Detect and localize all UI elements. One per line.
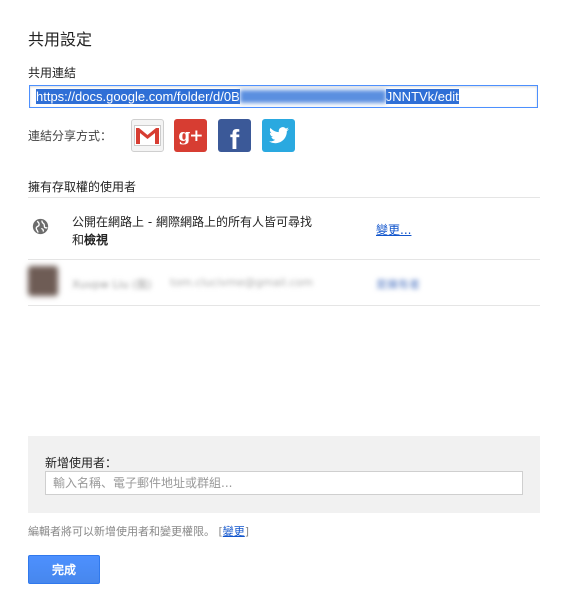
note-bracket-close: ]: [244, 525, 250, 538]
share-link-field[interactable]: https://docs.google.com/folder/d/0B JNNTV…: [29, 85, 538, 108]
share-link-url-prefix: https://docs.google.com/folder/d/0B: [36, 89, 240, 104]
editor-permission-note: 編輯者將可以新增使用者和變更權限。 [變更]: [28, 523, 249, 539]
facebook-glyph: f: [229, 123, 240, 155]
divider: [28, 305, 540, 306]
twitter-icon[interactable]: [262, 119, 295, 152]
share-via-label: 連結分享方式：: [28, 129, 113, 143]
owner-name: Xuvpw Liu (我): [72, 278, 152, 291]
dialog-title: 共用設定: [28, 30, 93, 49]
add-user-panel: 新增使用者：: [28, 436, 540, 513]
public-visibility-line1: 公開在網路上 - 網際網路上的所有人皆可尋找: [72, 215, 312, 229]
globe-icon: [32, 218, 49, 235]
google-plus-glyph: g+: [178, 125, 203, 146]
avatar: [28, 266, 58, 296]
share-link-text[interactable]: https://docs.google.com/folder/d/0B JNNTV…: [36, 89, 459, 104]
access-section-label: 擁有存取權的使用者: [28, 180, 137, 194]
divider: [28, 197, 540, 198]
gmail-icon[interactable]: [131, 119, 164, 152]
divider: [28, 259, 540, 260]
share-link-redacted: [239, 90, 386, 103]
done-button[interactable]: 完成: [28, 555, 100, 584]
public-visibility-line2-prefix: 和: [72, 233, 85, 247]
editor-permission-change-link[interactable]: 變更: [223, 525, 245, 538]
share-link-label: 共用連結: [28, 66, 77, 80]
add-user-input[interactable]: [45, 471, 523, 495]
owner-role: 是擁有者: [376, 278, 420, 291]
facebook-icon[interactable]: f: [218, 119, 251, 155]
editor-note-text: 編輯者將可以新增使用者和變更權限。: [28, 525, 215, 538]
public-visibility-line2-bold: 檢視: [84, 233, 109, 247]
add-user-label: 新增使用者：: [45, 456, 118, 470]
share-link-url-suffix: JNNTVk/edit: [385, 89, 459, 104]
change-visibility-link[interactable]: 變更...: [376, 221, 411, 238]
public-visibility-text: 公開在網路上 - 網際網路上的所有人皆可尋找 和檢視: [72, 213, 362, 249]
owner-email: tom.clucivme@gmail.com: [170, 276, 313, 289]
google-plus-icon[interactable]: g+: [174, 119, 207, 152]
